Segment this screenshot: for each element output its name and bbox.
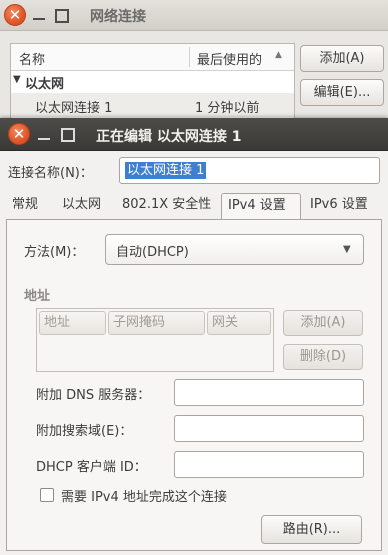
tab-8021x-security[interactable]: 802.1X 安全性 <box>116 193 217 219</box>
column-divider <box>189 47 190 67</box>
tab-ipv6-settings[interactable]: IPv6 设置 <box>304 193 374 219</box>
background-maximize-icon[interactable] <box>55 9 69 23</box>
netmask-column-header: 子网掩码 <box>108 311 205 335</box>
method-select[interactable]: 自动(DHCP) ▼ <box>105 234 364 265</box>
address-column-header: 地址 <box>39 311 106 335</box>
connection-name-input[interactable]: 以太网连接 1 <box>119 157 380 184</box>
column-name-header[interactable]: 名称 <box>19 49 45 68</box>
require-ipv4-label[interactable]: 需要 IPv4 地址完成这个连接 <box>61 486 227 505</box>
dropdown-arrow-icon: ▼ <box>343 244 351 255</box>
group-label: 以太网 <box>25 77 65 92</box>
method-value: 自动(DHCP) <box>116 245 189 260</box>
dns-servers-input[interactable] <box>174 379 364 406</box>
background-close-icon[interactable]: ✕ <box>4 4 26 26</box>
dhcp-client-id-input[interactable] <box>174 451 364 478</box>
tab-ipv4-settings[interactable]: IPv4 设置 <box>221 193 301 220</box>
sort-ascending-icon: ▲ <box>275 50 282 60</box>
search-domains-label: 附加搜索域(E)： <box>36 424 133 439</box>
expander-triangle-icon[interactable]: ▼ <box>13 74 21 85</box>
dialog-minimize-icon[interactable] <box>38 138 50 140</box>
address-delete-button[interactable]: 删除(D) <box>283 344 363 370</box>
group-row-ethernet[interactable]: ▼ 以太网 <box>11 71 294 93</box>
connections-list-header: 名称 最后使用的 ▲ <box>11 44 294 71</box>
tab-ethernet[interactable]: 以太网 <box>56 193 107 219</box>
dialog-close-icon[interactable]: ✕ <box>8 123 30 145</box>
connection-row[interactable]: 以太网连接 1 1 分钟以前 <box>11 93 294 117</box>
background-edit-button[interactable]: 编辑(E)... <box>300 79 384 106</box>
address-add-button[interactable]: 添加(A) <box>283 310 363 336</box>
address-section-heading: 地址 <box>24 289 51 304</box>
search-domains-input[interactable] <box>174 415 364 442</box>
routes-button[interactable]: 路由(R)... <box>261 515 362 544</box>
dhcp-client-id-label: DHCP 客户端 ID： <box>36 460 147 475</box>
require-ipv4-checkbox[interactable] <box>40 488 54 502</box>
background-minimize-icon[interactable] <box>33 18 45 20</box>
column-last-used-header[interactable]: 最后使用的 <box>197 49 262 68</box>
dialog-titlebar: ✕ 正在编辑 以太网连接 1 <box>0 118 388 151</box>
dialog-maximize-icon[interactable] <box>61 128 75 142</box>
connection-name: 以太网连接 1 <box>35 101 113 116</box>
background-add-button[interactable]: 添加(A) <box>300 45 384 72</box>
method-label: 方法(M)： <box>24 245 85 260</box>
tab-general[interactable]: 常规 <box>6 193 44 219</box>
connection-name-label: 连接名称(N)： <box>8 166 93 181</box>
dialog-title: 正在编辑 以太网连接 1 <box>96 129 242 145</box>
connection-name-selected-text: 以太网连接 1 <box>125 162 207 179</box>
gateway-column-header: 网关 <box>207 311 271 335</box>
connections-list[interactable]: 名称 最后使用的 ▲ ▼ 以太网 以太网连接 1 1 分钟以前 <box>10 43 295 125</box>
dns-servers-label: 附加 DNS 服务器： <box>36 388 151 403</box>
address-table[interactable]: 地址 子网掩码 网关 <box>36 308 274 372</box>
background-window-title: 网络连接 <box>90 9 146 25</box>
connection-last-used: 1 分钟以前 <box>195 101 260 116</box>
background-window-titlebar: ✕ 网络连接 <box>0 0 388 31</box>
